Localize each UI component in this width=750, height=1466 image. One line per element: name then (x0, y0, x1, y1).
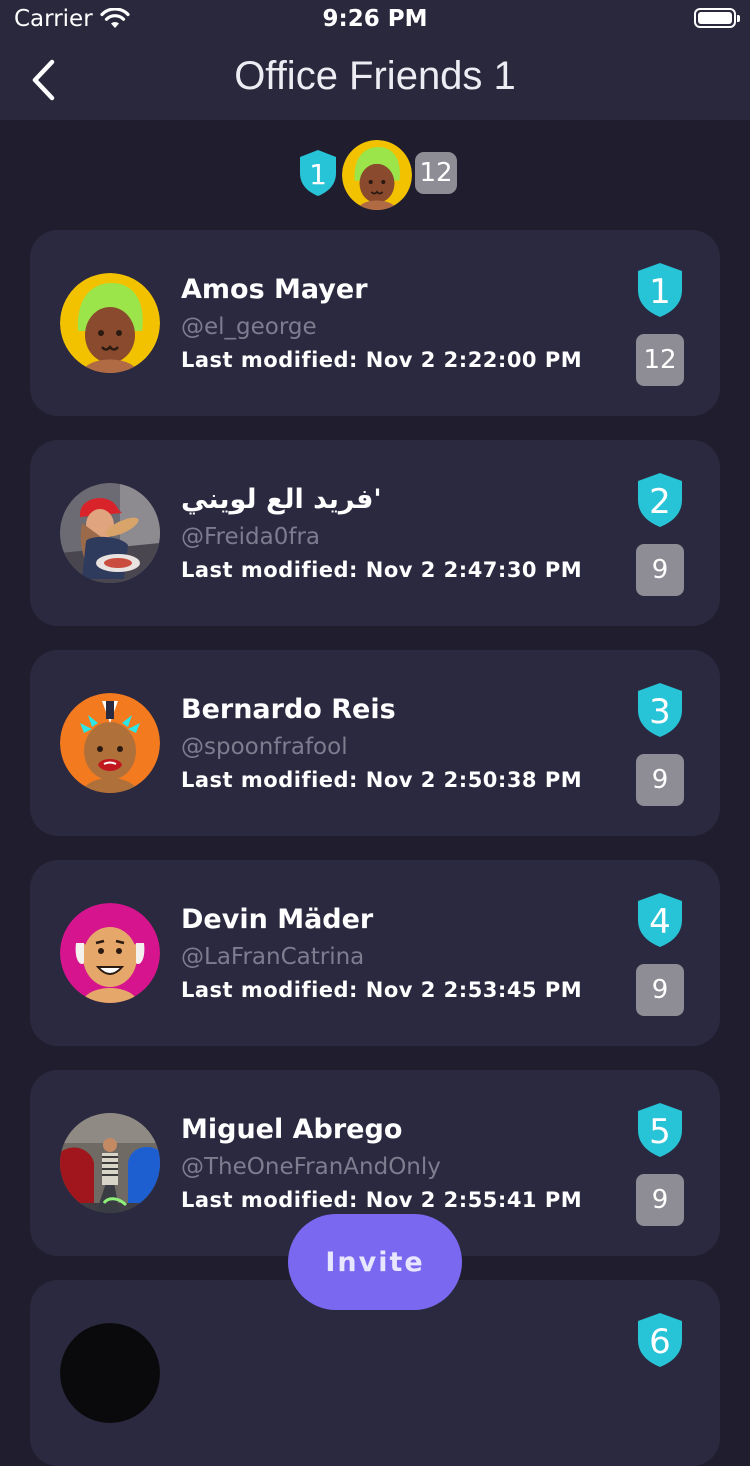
list-item[interactable]: Bernardo Reis @spoonfrafool Last modifie… (30, 650, 720, 836)
last-modified: Last modified: Nov 2 2:22:00 PM (181, 348, 583, 372)
list-item[interactable]: Amos Mayer @el_george Last modified: Nov… (30, 230, 720, 416)
shield-rank-icon: 1 (638, 263, 682, 317)
status-bar: Carrier 9:26 PM (0, 0, 750, 40)
avatar (60, 483, 160, 583)
page-title: Office Friends 1 (234, 54, 516, 98)
shield-rank-icon: 1 (300, 150, 336, 196)
invite-button[interactable]: Invite (288, 1214, 462, 1310)
avatar (60, 1113, 160, 1213)
player-name: فريد الع لويني' (181, 484, 382, 515)
svg-text:3: 3 (649, 692, 671, 732)
last-modified: Last modified: Nov 2 2:50:38 PM (181, 768, 583, 792)
last-modified: Last modified: Nov 2 2:53:45 PM (181, 978, 583, 1002)
list-item[interactable]: Devin Mäder @LaFranCatrina Last modified… (30, 860, 720, 1046)
shield-rank-icon: 5 (638, 1103, 682, 1157)
player-handle: @el_george (181, 314, 317, 340)
current-user-summary: 1 12 (0, 138, 750, 212)
list-item[interactable]: فريد الع لويني' @Freida0fra Last modifie… (30, 440, 720, 626)
shield-rank-icon: 6 (638, 1313, 682, 1367)
avatar (60, 273, 160, 373)
player-handle: @TheOneFranAndOnly (181, 1154, 441, 1180)
avatar (60, 903, 160, 1003)
svg-text:1: 1 (649, 272, 671, 312)
last-modified: Last modified: Nov 2 2:55:41 PM (181, 1188, 583, 1212)
player-name: Devin Mäder (181, 904, 374, 935)
player-name: Bernardo Reis (181, 694, 396, 725)
score-badge: 12 (636, 334, 684, 386)
shield-rank-icon: 4 (638, 893, 682, 947)
player-handle: @spoonfrafool (181, 734, 348, 760)
summary-score-badge: 12 (415, 152, 457, 194)
score-badge: 9 (636, 544, 684, 596)
score-badge: 9 (636, 754, 684, 806)
clock: 9:26 PM (322, 6, 428, 32)
summary-rank: 1 (309, 158, 327, 191)
battery-icon (694, 8, 740, 28)
svg-text:2: 2 (649, 482, 671, 522)
svg-text:6: 6 (649, 1322, 671, 1362)
shield-rank-icon: 3 (638, 683, 682, 737)
player-name: Miguel Abrego (181, 1114, 403, 1145)
nav-bar: Office Friends 1 (0, 40, 750, 120)
svg-text:4: 4 (649, 902, 671, 942)
avatar (60, 693, 160, 793)
player-name: Amos Mayer (181, 274, 368, 305)
score-badge: 9 (636, 1174, 684, 1226)
shield-rank-icon: 2 (638, 473, 682, 527)
last-modified: Last modified: Nov 2 2:47:30 PM (181, 558, 583, 582)
svg-text:5: 5 (649, 1112, 671, 1152)
avatar (342, 140, 412, 210)
score-badge: 9 (636, 964, 684, 1016)
avatar (60, 1323, 160, 1423)
player-handle: @LaFranCatrina (181, 944, 365, 970)
player-handle: @Freida0fra (181, 524, 321, 550)
